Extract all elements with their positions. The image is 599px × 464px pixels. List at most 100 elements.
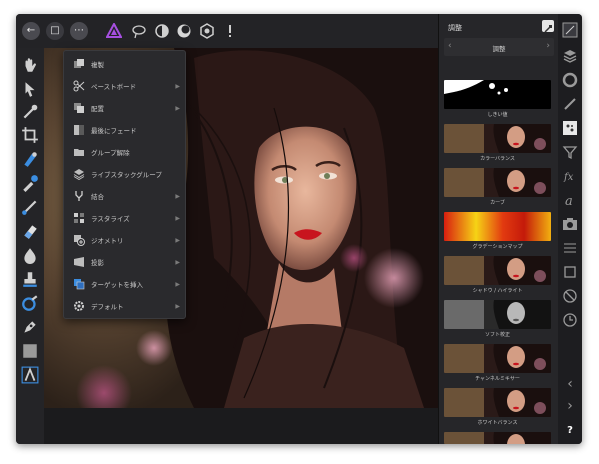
menu-item-merge[interactable]: 結合 ▶: [64, 185, 185, 207]
duplicate-icon: [74, 59, 84, 68]
folder-icon: [74, 149, 84, 156]
develop-persona-icon[interactable]: [176, 23, 192, 39]
menu-item-label: 結合: [91, 193, 104, 201]
adjustment-label: しきい値: [487, 112, 508, 118]
channels-icon[interactable]: [562, 240, 578, 256]
adjustment-shadows-highlights[interactable]: [444, 256, 551, 285]
menu-item-label: 複製: [91, 61, 104, 69]
text-tool-icon[interactable]: [21, 366, 39, 384]
chevron-left-icon[interactable]: ‹: [562, 376, 578, 392]
color-icon[interactable]: [562, 72, 578, 88]
panel-nav-label: 調整: [492, 45, 506, 53]
projection-icon: [74, 257, 84, 267]
more-options-menu: 複製 ペーストボード ▶ 配置 ▶ 最後にフェード グループ解除 ライブスタック…: [63, 50, 186, 319]
rasterize-icon: [74, 213, 84, 223]
menu-item-label: ペーストボード: [91, 83, 137, 91]
adjustment-gradient-map[interactable]: [444, 212, 551, 241]
adjustment-channel-mixer[interactable]: [444, 344, 551, 373]
menu-item-projection[interactable]: 投影 ▶: [64, 251, 185, 273]
submenu-arrow-icon: ▶: [175, 214, 180, 222]
adjustment-soft-proof[interactable]: [444, 300, 551, 329]
menu-item-live-stack-group[interactable]: ライブスタックグループ: [64, 163, 185, 185]
filters-funnel-icon[interactable]: [562, 144, 578, 160]
pen-tool-icon[interactable]: [21, 318, 39, 336]
submenu-arrow-icon: ▶: [175, 236, 180, 244]
camera-icon[interactable]: [562, 216, 578, 232]
menu-item-ungroup[interactable]: グループ解除: [64, 141, 185, 163]
color-picker-tool-icon[interactable]: [21, 103, 39, 121]
flood-select-tool-icon[interactable]: [21, 174, 39, 192]
lasso-icon[interactable]: [131, 23, 147, 39]
adjustment-label: カラーバランス: [480, 156, 515, 162]
menu-item-pasteboard[interactable]: ペーストボード ▶: [64, 75, 185, 97]
affinity-photo-window: ← □ ⋯ 複製 ペーストボード ▶ 配置 ▶ 最後にフェード グループ解除 ラ…: [16, 14, 582, 444]
dodge-burn-tool-icon[interactable]: [21, 246, 39, 264]
menu-item-rasterize[interactable]: ラスタライズ ▶: [64, 207, 185, 229]
menu-item-label: ラスタライズ: [91, 215, 130, 223]
view-tool-hand-icon[interactable]: [21, 56, 39, 74]
menu-item-label: デフォルト: [91, 303, 124, 311]
chevron-right-icon[interactable]: ›: [562, 398, 578, 414]
pin-icon[interactable]: [542, 20, 554, 33]
transform-icon[interactable]: [562, 264, 578, 280]
crop-tool-icon[interactable]: [21, 126, 39, 144]
adjustment-label: グラデーションマップ: [472, 244, 523, 250]
submenu-arrow-icon: ▶: [175, 280, 180, 288]
menu-item-insert-target[interactable]: ターゲットを挿入 ▶: [64, 273, 185, 295]
svg-text:fx: fx: [563, 172, 574, 183]
rectangle-tool-icon[interactable]: [21, 342, 39, 360]
move-tool-icon[interactable]: [21, 80, 39, 98]
adjustment-next[interactable]: [444, 432, 551, 444]
submenu-arrow-icon: ▶: [175, 302, 180, 310]
adjustment-threshold[interactable]: [444, 80, 551, 109]
menu-item-default[interactable]: デフォルト ▶: [64, 295, 185, 317]
submenu-arrow-icon: ▶: [175, 104, 180, 112]
svg-text:a: a: [565, 194, 573, 208]
inpainting-tool-icon[interactable]: [21, 294, 39, 312]
fade-icon: [74, 125, 84, 135]
navigator-icon[interactable]: [562, 22, 578, 38]
menu-item-label: 配置: [91, 105, 104, 113]
adjustment-color-balance[interactable]: [444, 124, 551, 153]
more-options-icon[interactable]: ⋯: [70, 22, 88, 40]
menu-item-fade-last[interactable]: 最後にフェード: [64, 119, 185, 141]
gear-icon: [74, 301, 84, 311]
styles-icon[interactable]: a: [562, 192, 578, 208]
clone-stamp-tool-icon[interactable]: [21, 270, 39, 288]
history-clock-icon[interactable]: [562, 312, 578, 328]
adjustment-label: チャンネルミキサー: [475, 376, 520, 382]
layers-icon[interactable]: [562, 48, 578, 64]
effects-fx-icon[interactable]: fx: [562, 168, 578, 184]
back-icon[interactable]: ←: [22, 22, 40, 40]
tone-mapping-persona-icon[interactable]: [199, 23, 215, 39]
adjustment-label: カーブ: [490, 200, 505, 206]
adjustment-curves[interactable]: [444, 168, 551, 197]
adjustments-icon[interactable]: [562, 120, 578, 136]
tools-rail: [16, 48, 45, 444]
top-toolbar: ← □ ⋯: [16, 14, 438, 48]
menu-item-label: 投影: [91, 259, 104, 267]
help-button[interactable]: ?: [562, 422, 578, 438]
adjustment-white-balance[interactable]: [444, 388, 551, 417]
adjustments-panel: 調整 ‹ 調整 › しきい値 カラーバランス カーブ グラデーションマップ シャ…: [438, 14, 559, 444]
canvas-bottom-bar: [44, 408, 438, 444]
geometry-icon: [74, 235, 85, 246]
liquify-persona-icon[interactable]: [154, 23, 170, 39]
insert-target-icon: [74, 279, 85, 290]
adjustment-label: ホワイトバランス: [477, 420, 518, 426]
menu-item-duplicate[interactable]: 複製: [64, 53, 185, 75]
chevron-right-icon[interactable]: ›: [546, 41, 550, 51]
erase-brush-tool-icon[interactable]: [21, 222, 39, 240]
stack-icon: [73, 169, 85, 180]
menu-item-geometry[interactable]: ジオメトリ ▶: [64, 229, 185, 251]
menu-item-label: 最後にフェード: [91, 127, 137, 135]
photo-persona-icon[interactable]: [106, 23, 122, 39]
no-entry-icon[interactable]: [562, 288, 578, 304]
brushes-icon[interactable]: [562, 96, 578, 112]
menu-item-label: ジオメトリ: [91, 237, 124, 245]
document-icon[interactable]: □: [46, 22, 64, 40]
export-persona-icon[interactable]: [222, 23, 238, 39]
paint-brush-tool-icon[interactable]: [21, 198, 39, 216]
selection-brush-tool-icon[interactable]: [21, 150, 39, 168]
menu-item-arrange[interactable]: 配置 ▶: [64, 97, 185, 119]
